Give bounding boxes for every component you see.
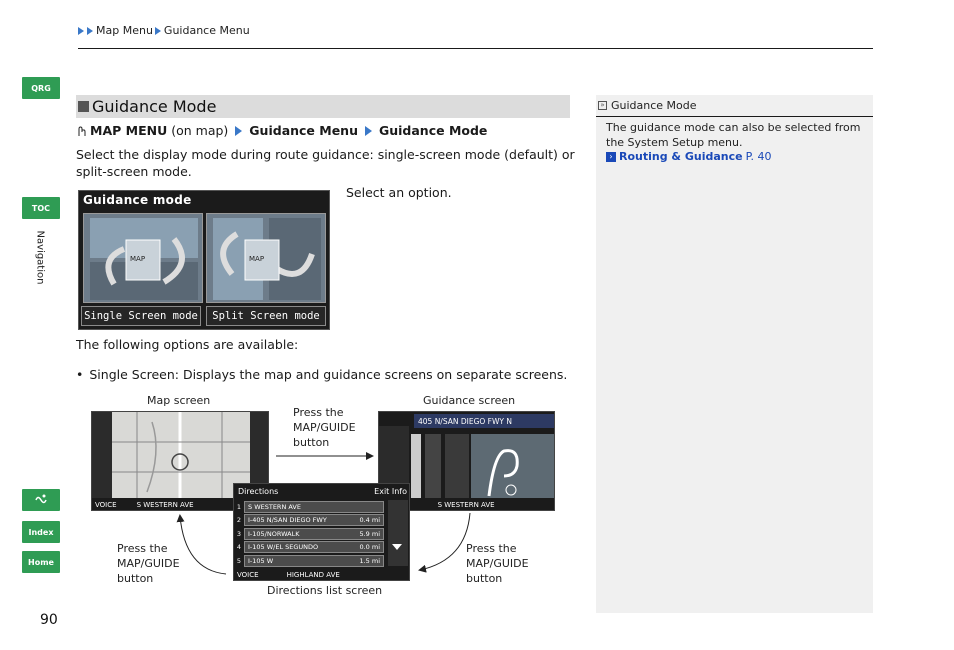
note-link-page[interactable]: P. 40: [746, 150, 772, 163]
link-arrow-icon: ›: [606, 151, 616, 162]
path-arrow-icon: [235, 125, 243, 136]
breadcrumb-arrow-icon: [87, 26, 93, 35]
path-arrow-icon: [364, 125, 372, 136]
guidance-mode-screenshot: Guidance mode MAP MAP Single Screen mode…: [78, 190, 330, 330]
breadcrumb-item-map-menu[interactable]: Map Menu: [96, 24, 153, 37]
directions-row-box: I-105 W/EL SEGUNDO 0.0 mi: [244, 541, 384, 553]
menu-path-step1-note: (on map): [171, 123, 229, 138]
qrg-tab[interactable]: QRG: [22, 77, 60, 99]
directions-row-text: S WESTERN AVE: [248, 502, 301, 511]
note-icon: »: [598, 101, 607, 110]
bullet-term: Single Screen:: [89, 367, 179, 382]
split-screen-preview-graphic: MAP: [213, 218, 321, 300]
menu-path-step1: MAP MENU: [90, 123, 168, 138]
directions-row-number: 4: [234, 543, 244, 551]
press-button-label-left: Press the MAP/GUIDE button: [117, 542, 180, 585]
navigation-chapter-label: Navigation: [34, 230, 46, 285]
directions-list-screen-label: Directions list screen: [267, 584, 383, 597]
directions-row-text: I-105/NORWALK: [248, 529, 300, 538]
home-tab[interactable]: Home: [22, 551, 60, 573]
directions-list: 1 S WESTERN AVE 2 I-405 N/SAN DIEGO FWY 0.4 …: [234, 500, 384, 568]
directions-row-box: I-105 W 1.5 mi: [244, 554, 384, 567]
single-screen-bullet: • Single Screen: Displays the map and gu…: [76, 367, 567, 382]
directions-title: Directions: [238, 486, 279, 496]
directions-row[interactable]: 4 I-105 W/EL SEGUNDO 0.0 mi: [234, 541, 384, 554]
section-description: Select the display mode during route gui…: [76, 147, 575, 179]
note-heading: Guidance Mode: [611, 99, 697, 112]
guidance-screen-label: Guidance screen: [423, 394, 516, 407]
directions-footer-street: HIGHLAND AVE: [286, 571, 340, 579]
section-title: Guidance Mode: [92, 97, 217, 116]
map-screen-label: Map screen: [147, 394, 211, 407]
menu-path: MAP MENU (on map) Guidance Menu Guidance…: [76, 123, 487, 138]
directions-row-distance: 5.9 mi: [359, 529, 380, 538]
header-divider: [78, 48, 873, 49]
select-option-caption: Select an option.: [346, 185, 452, 200]
directions-row-number: 5: [234, 556, 244, 565]
directions-row-box: S WESTERN AVE: [244, 500, 384, 513]
voice-command-tab[interactable]: [22, 489, 60, 511]
menu-path-step2: Guidance Menu: [249, 123, 358, 138]
single-screen-mode-button[interactable]: Single Screen mode: [81, 306, 201, 326]
directions-list-screen-image: Directions Exit Info 1S WESTERN AVE 2 I-40…: [233, 483, 410, 581]
guidance-mode-screen-title: Guidance mode: [83, 193, 192, 207]
note-header: » Guidance Mode: [596, 95, 873, 117]
breadcrumb-arrow-icon: [78, 26, 84, 35]
svg-text:MAP: MAP: [130, 255, 145, 263]
press-button-label-right: Press the MAP/GUIDE button: [466, 542, 529, 585]
directions-row-text: I-105 W/EL SEGUNDO: [248, 543, 319, 551]
hand-press-icon: [78, 126, 86, 136]
directions-row[interactable]: 3 I-105/NORWALK 5.9 mi: [234, 527, 384, 540]
note-link-label[interactable]: Routing & Guidance: [619, 150, 743, 163]
directions-exit-info[interactable]: Exit Info: [374, 487, 407, 496]
svg-text:MAP: MAP: [249, 255, 264, 263]
note-text: The guidance mode can also be selected f…: [606, 121, 861, 149]
directions-row[interactable]: 2 I-405 N/SAN DIEGO FWY 0.4 mi: [234, 514, 384, 527]
press-button-label-top: Press the MAP/GUIDE button: [293, 406, 356, 449]
directions-row[interactable]: 1 S WESTERN AVE: [234, 500, 384, 513]
directions-row-text: I-105 W: [248, 556, 274, 565]
map-street-name: S WESTERN AVE: [136, 501, 194, 509]
directions-row[interactable]: 5 I-105 W 1.5 mi: [234, 554, 384, 567]
voice-command-icon: [35, 494, 47, 504]
guidance-street-name: S WESTERN AVE: [437, 501, 495, 509]
directions-status-bar: VOICE HIGHLAND AVE: [234, 568, 409, 580]
directions-row-box: I-105/NORWALK 5.9 mi: [244, 527, 384, 540]
menu-path-step3: Guidance Mode: [378, 123, 488, 138]
breadcrumb: Map Menu Guidance Menu: [78, 24, 250, 37]
map-voice-label[interactable]: VOICE: [95, 501, 117, 509]
note-link[interactable]: › Routing & Guidance P. 40: [606, 150, 772, 163]
directions-row-distance: 1.5 mi: [359, 556, 380, 565]
breadcrumb-item-guidance-menu[interactable]: Guidance Menu: [164, 24, 250, 37]
index-tab[interactable]: Index: [22, 521, 60, 543]
page-number: 90: [40, 612, 58, 628]
scroll-down-icon: [392, 544, 402, 550]
directions-voice-label[interactable]: VOICE: [237, 571, 259, 579]
bullet-dot: •: [76, 367, 84, 382]
following-options-text: The following options are available:: [76, 337, 299, 352]
toc-tab[interactable]: TOC: [22, 197, 60, 219]
directions-row-distance: 0.0 mi: [359, 543, 380, 551]
section-square-icon: [78, 101, 89, 112]
section-title-bar: Guidance Mode: [76, 95, 570, 118]
single-screen-preview-graphic: MAP: [90, 218, 198, 300]
directions-row-number: 1: [234, 502, 244, 511]
directions-header: Directions Exit Info: [234, 484, 409, 498]
directions-row-distance: 0.4 mi: [359, 516, 380, 524]
split-screen-mode-button[interactable]: Split Screen mode: [206, 306, 326, 326]
directions-row-text: I-405 N/SAN DIEGO FWY: [248, 516, 327, 524]
note-sidebar: » Guidance Mode The guidance mode can al…: [596, 95, 873, 613]
bullet-text: Displays the map and guidance screens on…: [182, 367, 568, 382]
directions-row-number: 2: [234, 516, 244, 524]
split-screen-preview: MAP: [206, 213, 326, 303]
directions-row-number: 3: [234, 529, 244, 538]
directions-row-box: I-405 N/SAN DIEGO FWY 0.4 mi: [244, 514, 384, 526]
single-screen-preview: MAP: [83, 213, 203, 303]
breadcrumb-arrow-icon: [154, 26, 161, 35]
directions-scrollbar[interactable]: [388, 500, 408, 566]
arrow-guidance-to-directions: [418, 512, 471, 573]
